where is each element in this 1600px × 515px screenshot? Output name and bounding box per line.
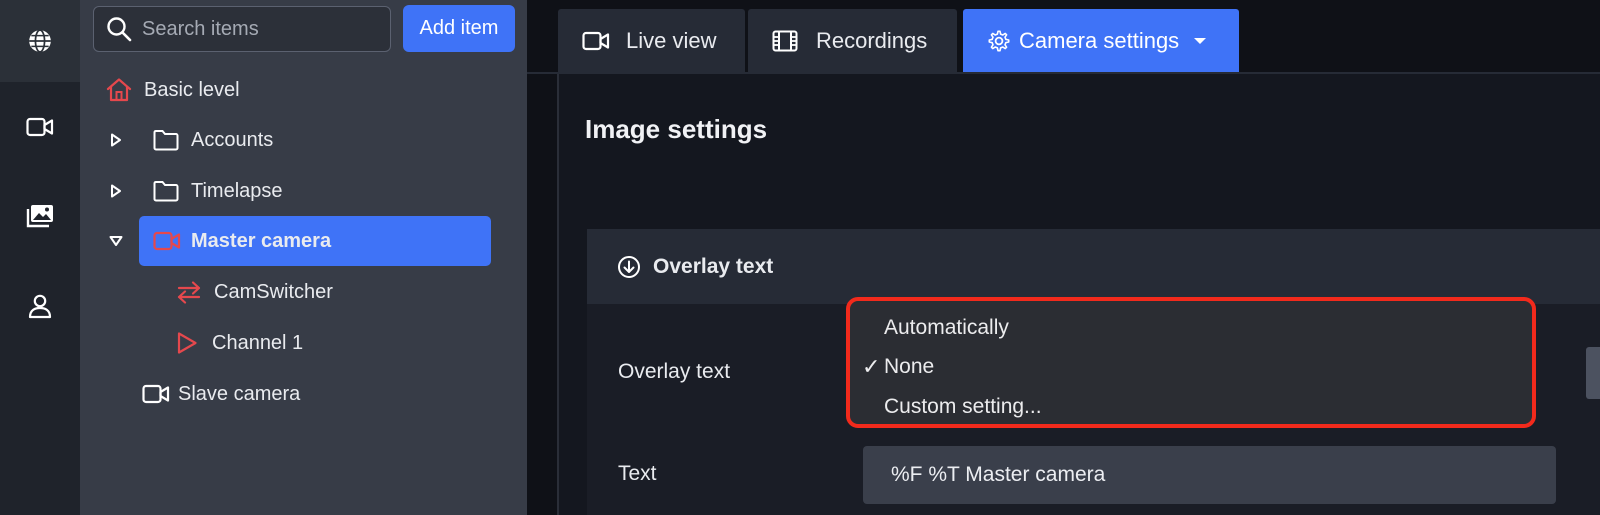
tab-label: Live view (626, 27, 717, 53)
check-icon: ✓ (862, 354, 881, 379)
tree-panel: Add item Basic level Accounts Timelapse (80, 0, 527, 515)
tree-item-basic-level[interactable]: Basic level (106, 65, 240, 115)
folder-icon (153, 181, 179, 202)
rail-media-button[interactable] (0, 191, 80, 241)
tree-item-label: Channel 1 (212, 331, 304, 354)
tree-item-channel-1[interactable]: Channel 1 (176, 318, 303, 368)
add-item-button[interactable]: Add item (403, 5, 515, 52)
film-icon (772, 30, 798, 51)
left-rail (0, 0, 80, 515)
main-area: Live view Recordings Camera settings Ima… (527, 0, 1600, 515)
rail-cameras-button[interactable] (0, 102, 80, 152)
dropdown-option-automatically[interactable]: Automatically (884, 316, 1009, 340)
overlay-mode-dropdown: Automatically ✓ None Custom setting... (846, 297, 1536, 428)
overlay-panel-header[interactable]: Overlay text (587, 229, 1600, 304)
overlay-text-label: Overlay text (618, 360, 731, 383)
video-camera-icon (142, 384, 170, 404)
tab-label: Recordings (816, 27, 928, 53)
home-icon (106, 78, 132, 102)
search-icon (107, 17, 132, 42)
rail-users-button[interactable] (0, 281, 80, 331)
tree-item-label: Accounts (191, 128, 274, 151)
gear-icon (988, 30, 1010, 51)
expand-caret[interactable] (108, 166, 124, 216)
caret-right-icon (111, 184, 121, 198)
video-camera-icon (26, 117, 54, 137)
user-icon (28, 294, 52, 319)
page-title: Image settings (585, 114, 768, 144)
caret-down-icon (1194, 37, 1207, 44)
tree-item-label: Basic level (144, 78, 240, 101)
tree-item-label: Timelapse (191, 179, 283, 202)
switch-arrows-icon (177, 281, 201, 304)
select-edge[interactable] (1586, 347, 1600, 399)
tree-item-label: Slave camera (178, 382, 301, 405)
play-icon (177, 332, 197, 354)
arrow-down-circle-icon (618, 255, 640, 278)
tab-camera-settings[interactable]: Camera settings (963, 9, 1239, 72)
tree-item-slave-camera[interactable]: Slave camera (142, 369, 300, 419)
tree-item-accounts[interactable]: Accounts (153, 115, 273, 165)
collapse-caret[interactable] (108, 216, 124, 266)
overlay-text-input[interactable] (863, 446, 1556, 504)
tree-item-label: CamSwitcher (214, 280, 333, 303)
tab-live-view[interactable]: Live view (558, 9, 745, 72)
settings-content: Image settings Overlay text Overlay text… (557, 74, 1600, 515)
tab-recordings[interactable]: Recordings (748, 9, 957, 72)
panel-header-label: Overlay text (653, 254, 774, 278)
images-icon (26, 205, 53, 228)
tree-item-label: Master camera (191, 229, 332, 252)
expand-caret[interactable] (108, 115, 124, 165)
dropdown-option-custom-setting[interactable]: Custom setting... (884, 395, 1042, 419)
content-divider (557, 74, 559, 515)
search-box[interactable] (93, 6, 391, 52)
folder-icon (153, 130, 179, 151)
video-camera-icon (153, 231, 181, 251)
tree-item-master-camera[interactable]: Master camera (139, 216, 491, 266)
tree-item-timelapse[interactable]: Timelapse (153, 166, 283, 216)
globe-icon (29, 29, 51, 53)
tab-bar: Live view Recordings Camera settings (527, 0, 1600, 74)
search-input[interactable] (142, 17, 372, 41)
tab-label: Camera settings (1019, 27, 1180, 53)
text-field-label: Text (618, 462, 657, 485)
globe-button[interactable] (0, 0, 80, 82)
caret-down-icon (109, 236, 123, 246)
tree-item-camswitcher[interactable]: CamSwitcher (176, 267, 333, 317)
video-camera-icon (582, 31, 610, 50)
dropdown-option-none[interactable]: None (884, 355, 934, 379)
caret-right-icon (111, 133, 121, 147)
